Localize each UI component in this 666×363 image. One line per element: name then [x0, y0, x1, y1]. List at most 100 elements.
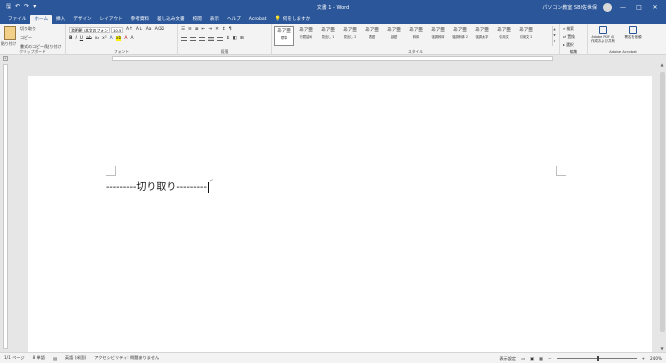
asian-layout-icon[interactable]: ✕	[215, 27, 219, 32]
request-sign-button[interactable]: 署名を依頼	[620, 26, 646, 39]
numbering-icon[interactable]: ≡	[188, 27, 192, 32]
tell-me[interactable]: 💡 何をしますか	[271, 15, 315, 24]
tab-file[interactable]: ファイル	[4, 15, 30, 24]
tab-layout[interactable]: レイアウト	[96, 15, 127, 24]
redo-icon[interactable]: ↷	[24, 4, 29, 10]
save-icon[interactable]: 🖫	[6, 4, 11, 10]
style-emphasis[interactable]: あア亜 斜体	[406, 26, 426, 46]
tab-view[interactable]: 表示	[206, 15, 223, 24]
vertical-scrollbar[interactable]: ▲ ▼	[658, 62, 666, 352]
proofing-icon[interactable]: ▤	[53, 356, 57, 361]
minimize-button[interactable]: —	[618, 4, 628, 11]
word-count[interactable]: 8 単語	[33, 355, 45, 361]
zoom-level[interactable]: 240%	[650, 356, 662, 361]
page-count[interactable]: 1/1 ページ	[4, 355, 25, 361]
undo-icon[interactable]: ↶	[15, 4, 20, 10]
accessibility-status[interactable]: アクセシビリティ: 問題ありません	[94, 355, 159, 361]
web-layout-icon[interactable]: ▦	[539, 356, 543, 361]
print-layout-icon[interactable]: ▣	[530, 356, 534, 361]
font-color-icon[interactable]: A	[124, 36, 127, 41]
distributed-icon[interactable]	[217, 36, 223, 41]
style-emphasis-italic-2[interactable]: あア亜 強調斜体 2	[450, 26, 470, 46]
zoom-slider[interactable]	[556, 356, 637, 361]
align-right-icon[interactable]	[199, 36, 205, 41]
font-size-select[interactable]: 10.5	[111, 27, 123, 33]
zoom-thumb[interactable]	[596, 356, 599, 361]
multilevel-icon[interactable]: ≣	[195, 27, 199, 32]
horizontal-ruler: L	[0, 55, 666, 62]
find-button[interactable]: ⌕ 検索	[563, 26, 575, 32]
change-case-icon[interactable]: Aa	[146, 27, 152, 32]
sort-icon[interactable]: ↕	[222, 27, 226, 32]
bullets-icon[interactable]: ☰	[181, 27, 185, 32]
increase-indent-icon[interactable]: ⇥	[208, 27, 212, 32]
style-heading-2[interactable]: あア亜 見出し 2	[340, 26, 360, 46]
style-subtitle[interactable]: あア亜 副題	[384, 26, 404, 46]
zoom-in-icon[interactable]: +	[642, 356, 646, 361]
style-title[interactable]: あア亜 表題	[362, 26, 382, 46]
paste-icon[interactable]	[4, 26, 16, 40]
tab-acrobat[interactable]: Acrobat	[245, 15, 271, 24]
copy-button[interactable]: コピー	[20, 35, 61, 41]
style-quote[interactable]: あア亜 引用文	[494, 26, 514, 46]
strikethrough-icon[interactable]: ab	[86, 36, 92, 41]
highlight-icon[interactable]: ab	[115, 36, 122, 41]
paste-button[interactable]: 貼り付け	[1, 41, 16, 47]
style-strong[interactable]: あア亜 強調太字	[472, 26, 492, 46]
bold-icon[interactable]: B	[69, 36, 72, 41]
style-heading-1[interactable]: あア亜 見出し 1	[318, 26, 338, 46]
create-pdf-button[interactable]: Adobe PDF の作成および共有	[590, 26, 616, 43]
close-button[interactable]: ✕	[650, 4, 660, 11]
style-quote-2[interactable]: あア亜 引用文 2	[516, 26, 536, 46]
select-button[interactable]: ▸ 選択	[563, 42, 575, 48]
align-left-icon[interactable]	[181, 36, 187, 41]
superscript-icon[interactable]: x²	[102, 36, 106, 41]
vertical-ruler[interactable]	[3, 64, 8, 349]
text-effects-icon[interactable]: A	[110, 36, 113, 41]
scroll-thumb[interactable]	[660, 72, 665, 332]
tab-selector[interactable]: L	[3, 56, 8, 61]
document-canvas: ---------切り取り---------↵	[10, 62, 658, 352]
ruler-bar[interactable]	[112, 56, 553, 61]
decrease-indent-icon[interactable]: ⇤	[202, 27, 206, 32]
read-mode-icon[interactable]: ▭	[521, 356, 525, 361]
tab-review[interactable]: 校閲	[189, 15, 206, 24]
tab-home[interactable]: ホーム	[30, 15, 53, 24]
tab-references[interactable]: 参考資料	[127, 15, 153, 24]
display-settings-button[interactable]: 表示設定	[499, 356, 516, 362]
clear-format-icon[interactable]: A⌫	[155, 27, 164, 32]
subscript-icon[interactable]: x₂	[95, 36, 99, 41]
align-center-icon[interactable]	[190, 36, 196, 41]
tab-design[interactable]: デザイン	[69, 15, 95, 24]
tab-insert[interactable]: 挿入	[52, 15, 69, 24]
customize-qat-icon[interactable]: ▾	[33, 4, 36, 10]
shading-icon[interactable]: ◧	[233, 36, 237, 41]
justify-icon[interactable]	[208, 36, 214, 41]
underline-icon[interactable]: U	[80, 36, 83, 41]
line-spacing-icon[interactable]: ↨	[226, 36, 230, 41]
italic-icon[interactable]: I	[75, 36, 76, 41]
borders-icon[interactable]: ⊞	[240, 36, 244, 41]
styles-scroll[interactable]: ▲ ▼ ▾	[552, 26, 556, 46]
document-text[interactable]: ---------切り取り---------↵	[106, 178, 213, 193]
font-name-select[interactable]: 游明朝 (本文のフォン	[69, 27, 110, 33]
avatar[interactable]	[603, 2, 612, 12]
cut-button[interactable]: 切り取り	[20, 26, 61, 32]
language-status[interactable]: 英語 (米国)	[65, 355, 86, 361]
maximize-button[interactable]: □	[634, 4, 644, 11]
grow-font-icon[interactable]: A↑	[126, 27, 133, 32]
replace-button[interactable]: ⇄ 置換	[563, 34, 575, 40]
tell-me-text: 何をしますか	[282, 17, 311, 22]
shrink-font-icon[interactable]: A↓	[136, 27, 143, 32]
scroll-up-icon[interactable]: ▲	[659, 62, 665, 68]
char-shading-icon[interactable]: A	[130, 36, 133, 41]
document-page[interactable]: ---------切り取り---------↵	[28, 76, 652, 352]
show-marks-icon[interactable]: ¶	[229, 27, 232, 32]
user-name[interactable]: パソコン教室 SBI佐世保	[542, 4, 597, 11]
style-no-spacing[interactable]: あア亜 行間詰め	[296, 26, 316, 46]
tab-mailings[interactable]: 差し込み文書	[153, 15, 189, 24]
zoom-out-icon[interactable]: −	[548, 356, 552, 361]
tab-help[interactable]: ヘルプ	[223, 15, 245, 24]
style-emphasis-italic[interactable]: あア亜 強調斜体	[428, 26, 448, 46]
style-normal[interactable]: あア亜 標準	[274, 26, 294, 46]
